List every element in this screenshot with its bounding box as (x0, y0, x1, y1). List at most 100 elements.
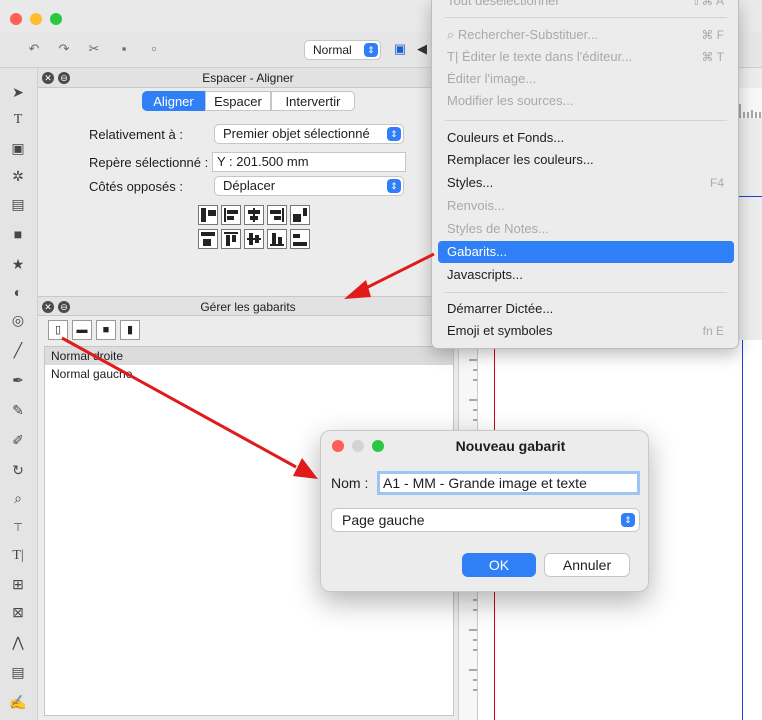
center-horizontal-button[interactable] (244, 205, 264, 225)
text-frame-tool-icon[interactable]: T (8, 110, 28, 130)
link-frames-tool-icon[interactable]: ⊞ (8, 574, 28, 594)
calligraphic-tool-icon[interactable]: ✐ (8, 430, 28, 450)
undo-icon[interactable]: ↶ (26, 41, 42, 57)
menu-item-start-dictation[interactable]: Démarrer Dictée... (438, 298, 734, 320)
menu-separator (445, 17, 727, 18)
table-tool-icon[interactable]: ▤ (8, 194, 28, 214)
align-right-outside-button[interactable] (290, 205, 310, 225)
search-icon: ⌕ (447, 27, 458, 42)
tab-aligner[interactable]: Aligner (142, 91, 205, 111)
relative-to-select[interactable]: Premier objet sélectionné ⇕ (214, 124, 404, 144)
story-editor-tool-icon[interactable]: T| (8, 546, 28, 566)
menu-shortcut: fn E (702, 324, 724, 338)
align-bottom-outside-button[interactable] (290, 229, 310, 249)
menu-shortcut: ⌘ F (701, 28, 724, 42)
zoom-select[interactable]: Normal ⇕ (304, 40, 381, 60)
page-side-select[interactable]: Page gauche ⇕ (331, 508, 640, 532)
blue-guide-line (739, 196, 762, 197)
menu-item-edit-sources[interactable]: Modifier les sources... (438, 90, 734, 112)
freehand-tool-icon[interactable]: ✎ (8, 400, 28, 420)
eyedropper-tool-icon[interactable]: ✍ (8, 692, 28, 712)
menu-item-cross-references[interactable]: Renvois... (438, 195, 734, 217)
spiral-tool-icon[interactable]: ◎ (8, 310, 28, 330)
copy-properties-tool-icon[interactable]: ▤ (8, 662, 28, 682)
menu-item-styles[interactable]: Styles... F4 (438, 172, 734, 194)
rotate-tool-icon[interactable]: ↻ (8, 460, 28, 480)
menu-item-javascripts[interactable]: Javascripts... (438, 264, 734, 286)
shape-tool-icon[interactable]: ■ (8, 224, 28, 244)
text-cursor-icon: T| (447, 49, 462, 64)
relative-to-label: Relativement à : (89, 127, 183, 142)
measure-tool-icon[interactable]: ⋀ (8, 632, 28, 652)
align-left-button[interactable] (221, 205, 241, 225)
selected-marker-label: Repère sélectionné : (89, 155, 209, 170)
edit-menu: Tout désélectionner ⇧⌘ A ⌕ Rechercher-Su… (431, 0, 739, 349)
menu-item-deselect-all[interactable]: Tout désélectionner ⇧⌘ A (438, 0, 734, 12)
polygon-tool-icon[interactable]: ★ (8, 254, 28, 274)
align-right-button[interactable] (267, 205, 287, 225)
new-template-dialog: Nouveau gabarit Nom : A1 - MM - Grande i… (320, 430, 649, 592)
template-name-input[interactable]: A1 - MM - Grande image et texte (377, 471, 640, 495)
arc-tool-icon[interactable]: ◐ (8, 282, 28, 302)
template-item-normal-gauche[interactable]: Normal gauche (45, 365, 453, 383)
opposite-sides-value: Déplacer (223, 178, 276, 193)
zoom-window-button[interactable] (50, 13, 62, 25)
align-bottom-button[interactable] (267, 229, 287, 249)
back-arrow-icon[interactable]: ◀ (414, 41, 430, 57)
minimize-window-button[interactable] (30, 13, 42, 25)
center-vertical-button[interactable] (244, 229, 264, 249)
opposite-sides-select[interactable]: Déplacer ⇕ (214, 176, 404, 196)
paste-icon[interactable]: ▫ (146, 41, 162, 57)
edit-text-tool-icon[interactable]: ⊤ (8, 518, 28, 538)
tools-palette: ➤ T ▣ ✲ ▤ ■ ★ ◐ ◎ ╱ ✒ ✎ ✐ ↻ ⌕ ⊤ T| ⊞ ⊠ ⋀… (0, 68, 38, 720)
menu-shortcut: ⇧⌘ A (691, 0, 724, 8)
menu-item-edit-image[interactable]: Éditer l'image... (438, 68, 734, 90)
templates-panel-header: ✕ ⊖ Gérer les gabarits (38, 296, 458, 316)
new-template-button[interactable]: ▯ (48, 320, 68, 340)
line-tool-icon[interactable]: ╱ (8, 340, 28, 360)
duplicate-template-button[interactable]: ■ (96, 320, 116, 340)
image-frame-tool-icon[interactable]: ▣ (8, 138, 28, 158)
new-page-icon: ▯ (54, 324, 62, 336)
selected-marker-field[interactable]: Y : 201.500 mm (212, 152, 406, 172)
blue-margin-guide (742, 340, 743, 720)
redo-icon[interactable]: ↷ (56, 41, 72, 57)
updown-chevron-icon: ⇕ (387, 179, 401, 193)
menu-item-colors-fills[interactable]: Couleurs et Fonds... (438, 127, 734, 149)
page-side-value: Page gauche (342, 512, 425, 528)
template-item-normal-droite[interactable]: Normal droite (45, 347, 453, 365)
menu-item-replace-colors[interactable]: Remplacer les couleurs... (438, 149, 734, 171)
cut-icon[interactable]: ✂ (86, 41, 102, 57)
tab-espacer[interactable]: Espacer (205, 91, 271, 111)
bezier-tool-icon[interactable]: ✒ (8, 370, 28, 390)
menu-item-find-replace[interactable]: ⌕ Rechercher-Substituer... ⌘ F (438, 24, 734, 46)
import-template-button[interactable]: ▬ (72, 320, 92, 340)
updown-chevron-icon: ⇕ (387, 127, 401, 141)
name-label: Nom : (331, 475, 369, 491)
duplicate-icon: ■ (102, 324, 110, 336)
close-window-button[interactable] (10, 13, 22, 25)
updown-chevron-icon: ⇕ (621, 513, 635, 527)
ok-button[interactable]: OK (462, 553, 536, 577)
align-left-outside-button[interactable] (198, 205, 218, 225)
preview-icon[interactable]: ▣ (392, 41, 408, 57)
tab-intervertir[interactable]: Intervertir (271, 91, 355, 111)
align-top-button[interactable] (221, 229, 241, 249)
align-top-outside-button[interactable] (198, 229, 218, 249)
trash-icon: ▮ (126, 324, 134, 336)
cancel-button[interactable]: Annuler (544, 553, 630, 577)
delete-template-button[interactable]: ▮ (120, 320, 140, 340)
zoom-tool-icon[interactable]: ⌕ (8, 488, 28, 508)
copy-icon[interactable]: ▪ (116, 41, 132, 57)
menu-separator (445, 292, 727, 293)
select-tool-icon[interactable]: ➤ (8, 82, 28, 102)
align-panel-header: ✕ ⊖ Espacer - Aligner (38, 68, 458, 88)
menu-separator (445, 120, 727, 121)
menu-item-templates[interactable]: Gabarits... (438, 241, 734, 263)
menu-item-story-editor[interactable]: T| Éditer le texte dans l'éditeur... ⌘ T (438, 46, 734, 68)
opposite-sides-label: Côtés opposés : (89, 179, 183, 194)
render-frame-tool-icon[interactable]: ✲ (8, 166, 28, 186)
unlink-frames-tool-icon[interactable]: ⊠ (8, 602, 28, 622)
menu-item-note-styles[interactable]: Styles de Notes... (438, 218, 734, 240)
menu-item-emoji-symbols[interactable]: Emoji et symboles fn E (438, 320, 734, 342)
